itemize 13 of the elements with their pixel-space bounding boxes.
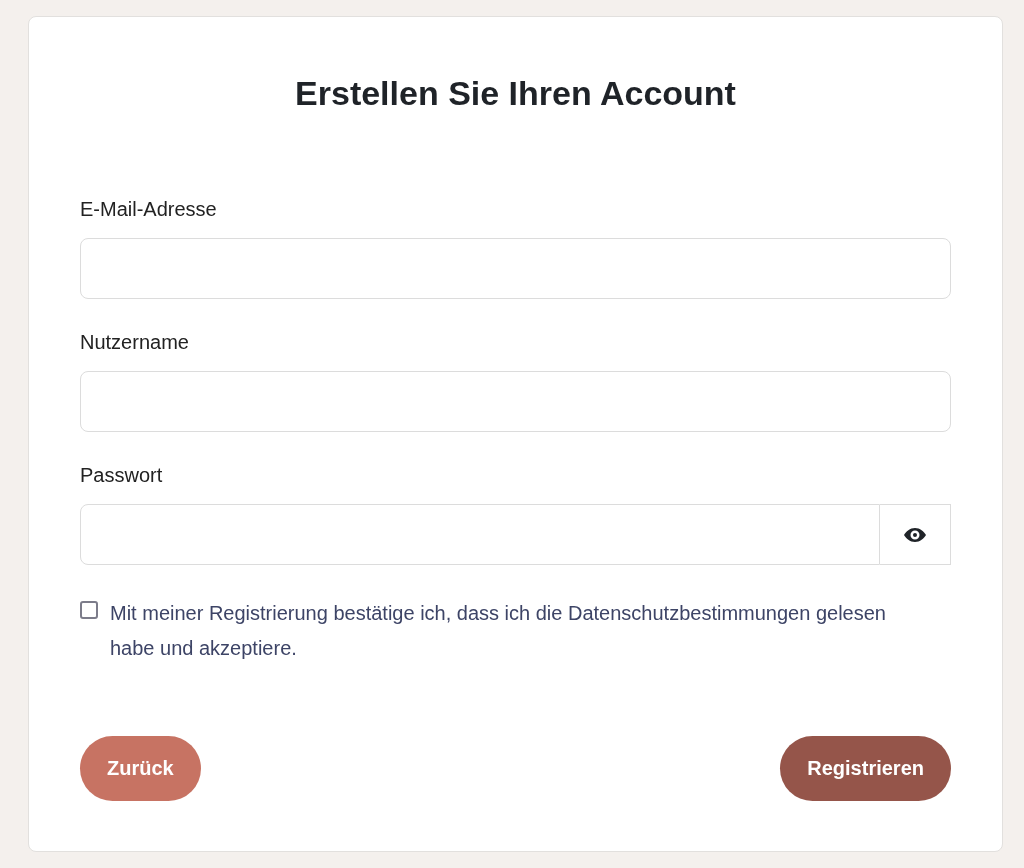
input-field[interactable] [80,371,951,432]
page-title: Erstellen Sie Ihren Account [294,73,737,113]
field-label: Nutzername [80,330,190,354]
register-button[interactable]: Registrieren [780,736,951,801]
field-label: Passwort [80,463,164,487]
eye-icon [904,527,926,542]
input-field[interactable] [80,238,951,299]
field-label: E-Mail-Adresse [80,197,218,221]
show-password-button[interactable] [880,504,951,565]
consent-checkbox[interactable] [80,601,98,619]
back-button[interactable]: Zurück [80,736,201,801]
consent-text: Mit meiner Registrierung bestätige ich, dass ich die Datenschutzbestimmungen gelesen habe und akzeptiere. [110,601,887,661]
password-field[interactable] [80,504,951,565]
